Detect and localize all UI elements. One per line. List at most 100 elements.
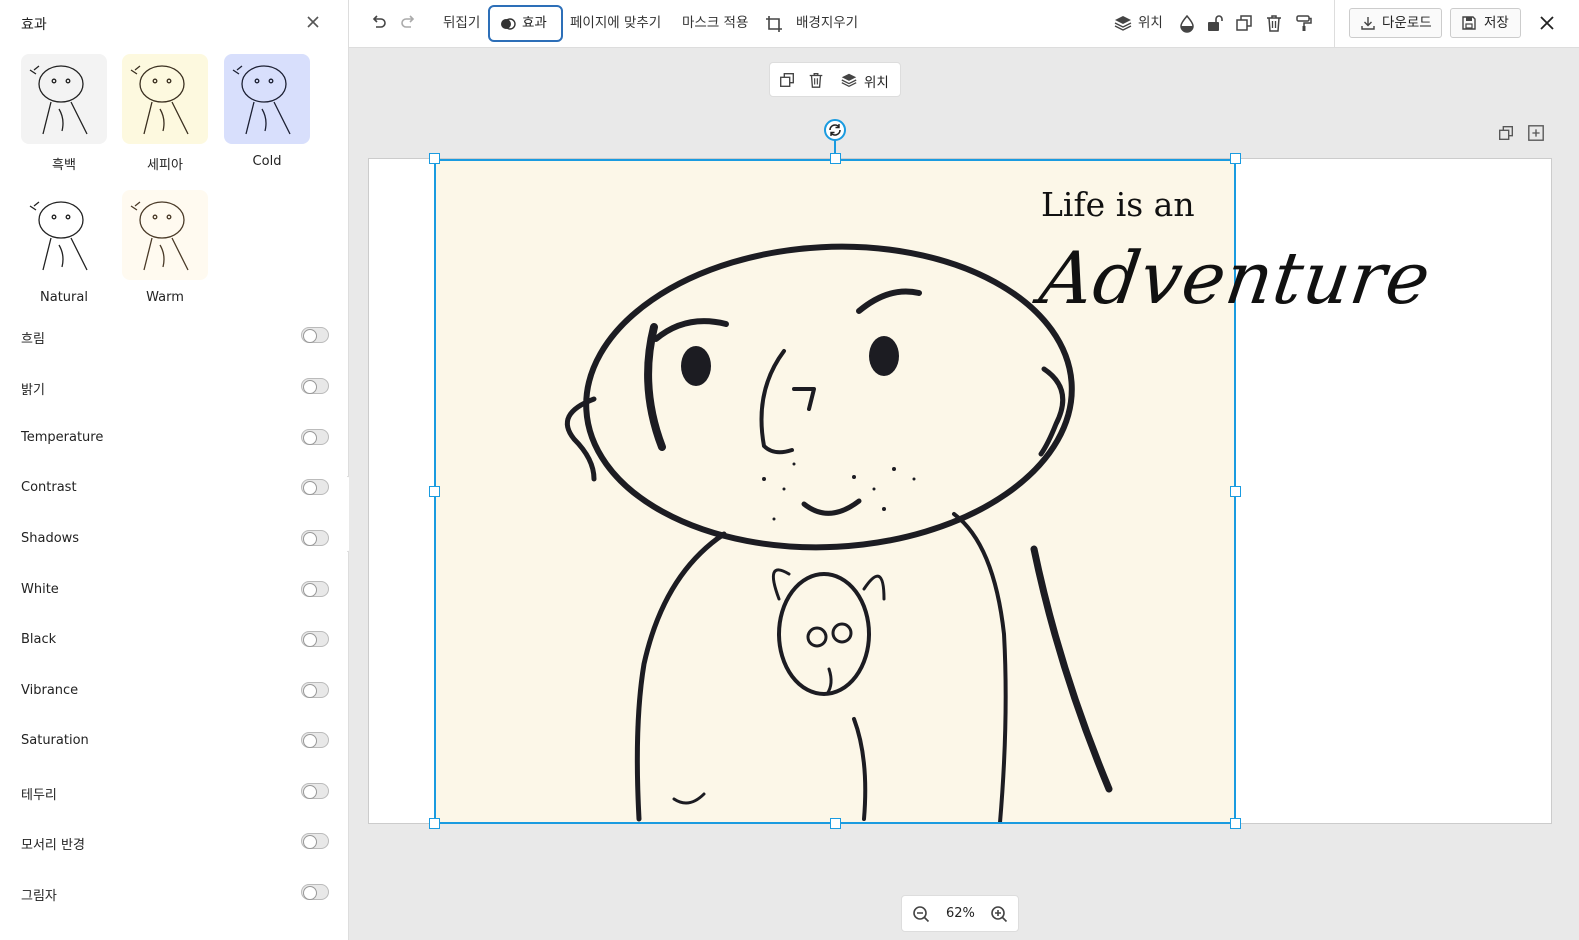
- rotate-icon: [829, 124, 841, 136]
- adjust-row-corner-radius: 모서리 반경: [0, 829, 349, 855]
- zoom-control: 62%: [901, 895, 1019, 932]
- crop-icon[interactable]: [764, 14, 784, 34]
- adjust-row-white: White: [0, 577, 349, 603]
- adjust-label: Saturation: [21, 733, 89, 748]
- floating-toolbar: 위치: [769, 62, 901, 97]
- adjust-toggle[interactable]: [301, 682, 329, 698]
- resize-handle-left[interactable]: [429, 486, 440, 497]
- adjust-label: 그림자: [21, 889, 57, 904]
- effect-button[interactable]: 효과: [488, 5, 563, 42]
- floating-position-label[interactable]: 위치: [864, 71, 889, 91]
- add-page-icon[interactable]: [1527, 124, 1545, 142]
- effects-panel: 효과 흑백 세피아 Cold Natural Warm 흐림 밝기 Temper…: [0, 0, 349, 940]
- adjust-row-shadows: Shadows: [0, 526, 349, 552]
- layers-icon[interactable]: [840, 71, 858, 89]
- zoom-in-icon[interactable]: [990, 905, 1008, 923]
- adjust-label: 테두리: [21, 788, 57, 803]
- adjust-label: Vibrance: [21, 683, 79, 698]
- flip-button[interactable]: 뒤집기: [443, 0, 480, 48]
- adjust-toggle[interactable]: [301, 479, 329, 495]
- zoom-value: 62%: [946, 906, 975, 921]
- adjust-row-temperature: Temperature: [0, 425, 349, 451]
- resize-handle-bottom-left[interactable]: [429, 818, 440, 829]
- adjust-toggle[interactable]: [301, 530, 329, 546]
- filter-thumbnail: [21, 54, 107, 144]
- filter-label: 흑백: [52, 158, 76, 173]
- adjust-row-border: 테두리: [0, 779, 349, 805]
- unlock-icon[interactable]: [1205, 13, 1225, 33]
- apply-mask-button[interactable]: 마스크 적용: [682, 0, 748, 48]
- remove-background-button[interactable]: 배경지우기: [796, 0, 858, 48]
- layers-icon[interactable]: [1113, 13, 1133, 33]
- resize-handle-top[interactable]: [830, 153, 841, 164]
- resize-handle-top-left[interactable]: [429, 153, 440, 164]
- close-editor-icon[interactable]: [1537, 13, 1557, 33]
- effects-panel-header: 효과: [0, 0, 349, 48]
- filter-thumbnail: [224, 54, 310, 144]
- canvas-area[interactable]: 위치 Life is an Adventure 62%: [349, 48, 1579, 940]
- close-icon[interactable]: [303, 12, 323, 32]
- position-button[interactable]: 위치: [1138, 0, 1163, 48]
- adjust-label: Temperature: [21, 430, 104, 445]
- adjust-toggle[interactable]: [301, 884, 329, 900]
- filter-warm[interactable]: Warm: [120, 190, 210, 305]
- duplicate-icon[interactable]: [1234, 13, 1254, 33]
- adjust-row-vibrance: Vibrance: [0, 678, 349, 704]
- adjust-toggle[interactable]: [301, 833, 329, 849]
- filter-thumbnail: [122, 54, 208, 144]
- filter-thumbnail: [21, 190, 107, 280]
- filter-label: Warm: [146, 290, 184, 305]
- adjust-label: Black: [21, 632, 57, 647]
- adjust-label: 흐림: [21, 332, 45, 347]
- resize-handle-top-right[interactable]: [1230, 153, 1241, 164]
- adjust-toggle[interactable]: [301, 732, 329, 748]
- adjust-toggle[interactable]: [301, 327, 329, 343]
- duplicate-icon[interactable]: [778, 71, 796, 89]
- editor-app: 효과 흑백 세피아 Cold Natural Warm 흐림 밝기 Temper…: [0, 0, 1579, 940]
- text-life-is-an[interactable]: Life is an: [1041, 185, 1195, 224]
- top-toolbar: 뒤집기 효과 페이지에 맞추기 마스크 적용 배경지우기 위치 다운로드 저장: [349, 0, 1579, 48]
- adjust-toggle[interactable]: [301, 783, 329, 799]
- adjust-toggle[interactable]: [301, 429, 329, 445]
- duplicate-page-icon[interactable]: [1497, 124, 1515, 142]
- filter-sepia[interactable]: 세피아: [120, 54, 210, 173]
- adjust-label: 밝기: [21, 383, 45, 398]
- rotate-handle[interactable]: [824, 119, 846, 141]
- fit-page-button[interactable]: 페이지에 맞추기: [570, 0, 661, 48]
- adjust-label: 모서리 반경: [21, 838, 85, 853]
- adjust-label: Shadows: [21, 531, 80, 546]
- effects-panel-title: 효과: [21, 17, 47, 33]
- adjust-toggle[interactable]: [301, 631, 329, 647]
- save-icon: [1462, 16, 1476, 30]
- zoom-out-icon[interactable]: [912, 905, 930, 923]
- adjust-label: White: [21, 582, 59, 597]
- opacity-drop-icon[interactable]: [1177, 13, 1197, 33]
- paint-roller-icon[interactable]: [1294, 13, 1314, 33]
- undo-icon[interactable]: [369, 13, 389, 33]
- adjust-toggle[interactable]: [301, 581, 329, 597]
- resize-handle-right[interactable]: [1230, 486, 1241, 497]
- adjust-row-black: Black: [0, 627, 349, 653]
- filter-label: 세피아: [147, 158, 183, 173]
- download-icon: [1361, 17, 1375, 30]
- resize-handle-bottom-right[interactable]: [1230, 818, 1241, 829]
- resize-handle-bottom[interactable]: [830, 818, 841, 829]
- adjust-label: Contrast: [21, 480, 77, 495]
- filter-cold[interactable]: Cold: [222, 54, 312, 169]
- download-button[interactable]: 다운로드: [1349, 8, 1442, 38]
- adjust-toggle[interactable]: [301, 378, 329, 394]
- save-label: 저장: [1484, 15, 1509, 31]
- text-adventure[interactable]: Adventure: [1035, 236, 1436, 320]
- adjust-row-saturation: Saturation: [0, 728, 349, 754]
- adjust-row-shadow: 그림자: [0, 880, 349, 906]
- effect-label: 효과: [522, 15, 547, 31]
- adjust-row-blur: 흐림: [0, 323, 349, 349]
- trash-icon[interactable]: [807, 71, 825, 89]
- toolbar-divider: [1334, 0, 1335, 48]
- trash-icon[interactable]: [1264, 13, 1284, 33]
- save-button[interactable]: 저장: [1450, 8, 1521, 38]
- filter-bw[interactable]: 흑백: [19, 54, 109, 173]
- filter-natural[interactable]: Natural: [19, 190, 109, 305]
- filter-label: Cold: [252, 154, 282, 169]
- redo-icon[interactable]: [398, 13, 418, 33]
